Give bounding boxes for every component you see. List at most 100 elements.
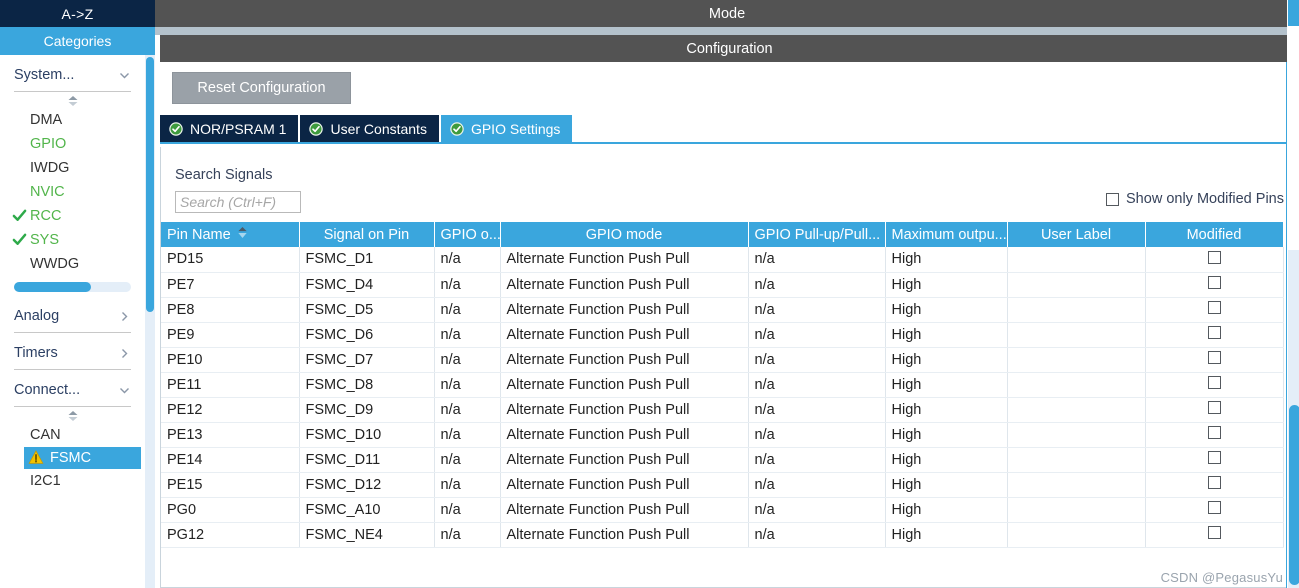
modified-checkbox[interactable] — [1207, 351, 1221, 364]
cell-modified[interactable] — [1145, 397, 1284, 423]
modified-checkbox[interactable] — [1207, 250, 1221, 264]
reset-configuration-button[interactable]: Reset Configuration — [172, 72, 351, 104]
sidebar-item-gpio[interactable]: GPIO — [0, 132, 145, 156]
cell-signal[interactable]: FSMC_D9 — [299, 397, 435, 423]
mode-scrollbar-thumb[interactable] — [1288, 0, 1299, 26]
sidebar-group-system[interactable]: System... — [14, 55, 131, 92]
table-row[interactable]: PE12 FSMC_D9 n/a Alternate Function Push Pu… — [161, 397, 1284, 423]
cell-signal[interactable]: FSMC_D7 — [299, 347, 435, 373]
cell-mode[interactable]: Alternate Function Push Pull — [500, 447, 749, 473]
cell-speed[interactable]: High — [885, 322, 1008, 348]
cell-modified[interactable] — [1145, 372, 1284, 398]
cell-mode[interactable]: Alternate Function Push Pull — [500, 322, 749, 348]
cell-speed[interactable]: High — [885, 447, 1008, 473]
cell-user-label[interactable] — [1007, 322, 1146, 348]
cell-user-label[interactable] — [1007, 372, 1146, 398]
cell-signal[interactable]: FSMC_D8 — [299, 372, 435, 398]
cell-user-label[interactable] — [1007, 397, 1146, 423]
sidebar-item-wwdg[interactable]: WWDG — [0, 252, 145, 276]
sidebar-item-iwdg[interactable]: IWDG — [0, 156, 145, 180]
main-vertical-scrollbar[interactable] — [1287, 0, 1299, 588]
sidebar-sublist-horizontal-scrollbar[interactable] — [14, 282, 131, 292]
cell-pin[interactable]: PE10 — [161, 347, 300, 373]
sidebar-item-rcc[interactable]: RCC — [0, 204, 145, 228]
cell-modified[interactable] — [1145, 247, 1284, 273]
sidebar-sublist-scroll-arrows[interactable] — [0, 92, 145, 108]
cell-user-label[interactable] — [1007, 447, 1146, 473]
table-row[interactable]: PG12 FSMC_NE4 n/a Alternate Function Push P… — [161, 522, 1284, 548]
tab-a-to-z[interactable]: A->Z — [0, 0, 155, 27]
modified-checkbox[interactable] — [1207, 501, 1221, 514]
show-only-modified-pins-checkbox[interactable] — [1106, 192, 1120, 206]
sidebar-item-fsmc[interactable]: FSMC — [24, 447, 141, 469]
sidebar-sublist-scroll-arrows[interactable] — [0, 407, 145, 423]
table-row[interactable]: PD15 FSMC_D1 n/a Alternate Function Push Pu… — [161, 247, 1284, 273]
table-row[interactable]: PE7 FSMC_D4 n/a Alternate Function Push Pul… — [161, 272, 1284, 298]
modified-checkbox[interactable] — [1207, 526, 1221, 539]
cell-signal[interactable]: FSMC_NE4 — [299, 522, 435, 548]
cell-pin[interactable]: PG0 — [161, 497, 300, 523]
cell-mode[interactable]: Alternate Function Push Pull — [500, 397, 749, 423]
column-header-user-label[interactable]: User Label — [1007, 222, 1146, 247]
cell-user-label[interactable] — [1007, 272, 1146, 298]
cell-speed[interactable]: High — [885, 397, 1008, 423]
cell-pin[interactable]: PE8 — [161, 297, 300, 323]
sidebar-item-sys[interactable]: SYS — [0, 228, 145, 252]
cell-mode[interactable]: Alternate Function Push Pull — [500, 372, 749, 398]
sidebar-item-i2c1[interactable]: I2C1 — [0, 469, 145, 493]
table-row[interactable]: PE11 FSMC_D8 n/a Alternate Function Push Pu… — [161, 372, 1284, 398]
cell-signal[interactable]: FSMC_A10 — [299, 497, 435, 523]
modified-checkbox[interactable] — [1207, 401, 1221, 414]
cell-pin[interactable]: PE9 — [161, 322, 300, 348]
modified-checkbox[interactable] — [1207, 426, 1221, 439]
cell-mode[interactable]: Alternate Function Push Pull — [500, 272, 749, 298]
cell-speed[interactable]: High — [885, 497, 1008, 523]
column-header-gpio-o[interactable]: GPIO o... — [434, 222, 501, 247]
cell-mode[interactable]: Alternate Function Push Pull — [500, 497, 749, 523]
cell-pin[interactable]: PG12 — [161, 522, 300, 548]
cell-pin[interactable]: PE7 — [161, 272, 300, 298]
tab-nor-psram-1[interactable]: NOR/PSRAM 1 — [160, 115, 301, 142]
column-header-signal-on-pin[interactable]: Signal on Pin — [299, 222, 435, 247]
cell-mode[interactable]: Alternate Function Push Pull — [500, 297, 749, 323]
cell-modified[interactable] — [1145, 297, 1284, 323]
sidebar-group-analog[interactable]: Analog — [14, 296, 131, 333]
cell-modified[interactable] — [1145, 322, 1284, 348]
cell-user-label[interactable] — [1007, 522, 1146, 548]
modified-checkbox[interactable] — [1207, 476, 1221, 489]
cell-user-label[interactable] — [1007, 422, 1146, 448]
cell-pin[interactable]: PE14 — [161, 447, 300, 473]
panel-scrollbar-track[interactable] — [1288, 250, 1299, 588]
table-row[interactable]: PE13 FSMC_D10 n/a Alternate Function Push P… — [161, 422, 1284, 448]
modified-checkbox[interactable] — [1207, 301, 1221, 314]
cell-mode[interactable]: Alternate Function Push Pull — [500, 347, 749, 373]
cell-pin[interactable]: PE15 — [161, 472, 300, 498]
cell-pin[interactable]: PE13 — [161, 422, 300, 448]
cell-pin[interactable]: PE11 — [161, 372, 300, 398]
table-row[interactable]: PG0 FSMC_A10 n/a Alternate Function Push Pu… — [161, 497, 1284, 523]
column-header-gpio-mode[interactable]: GPIO mode — [500, 222, 749, 247]
search-input[interactable] — [175, 191, 301, 213]
cell-user-label[interactable] — [1007, 497, 1146, 523]
cell-signal[interactable]: FSMC_D11 — [299, 447, 435, 473]
panel-scrollbar-thumb[interactable] — [1289, 405, 1299, 585]
cell-signal[interactable]: FSMC_D1 — [299, 247, 435, 273]
column-header-maximum-outpu[interactable]: Maximum outpu... — [885, 222, 1008, 247]
cell-user-label[interactable] — [1007, 247, 1146, 273]
sidebar-group-connect[interactable]: Connect... — [14, 370, 131, 407]
cell-modified[interactable] — [1145, 347, 1284, 373]
sidebar-item-nvic[interactable]: NVIC — [0, 180, 145, 204]
sidebar-sublist-horizontal-thumb[interactable] — [14, 282, 92, 292]
modified-checkbox[interactable] — [1207, 276, 1221, 289]
modified-checkbox[interactable] — [1207, 451, 1221, 464]
tab-user-constants[interactable]: User Constants — [300, 115, 441, 142]
cell-speed[interactable]: High — [885, 347, 1008, 373]
table-row[interactable]: PE8 FSMC_D5 n/a Alternate Function Push Pul… — [161, 297, 1284, 323]
table-row[interactable]: PE14 FSMC_D11 n/a Alternate Function Push P… — [161, 447, 1284, 473]
cell-signal[interactable]: FSMC_D6 — [299, 322, 435, 348]
cell-user-label[interactable] — [1007, 347, 1146, 373]
show-only-modified-pins-row[interactable]: Show only Modified Pins — [1106, 191, 1284, 207]
table-row[interactable]: PE10 FSMC_D7 n/a Alternate Function Push Pu… — [161, 347, 1284, 373]
cell-mode[interactable]: Alternate Function Push Pull — [500, 522, 749, 548]
cell-user-label[interactable] — [1007, 472, 1146, 498]
